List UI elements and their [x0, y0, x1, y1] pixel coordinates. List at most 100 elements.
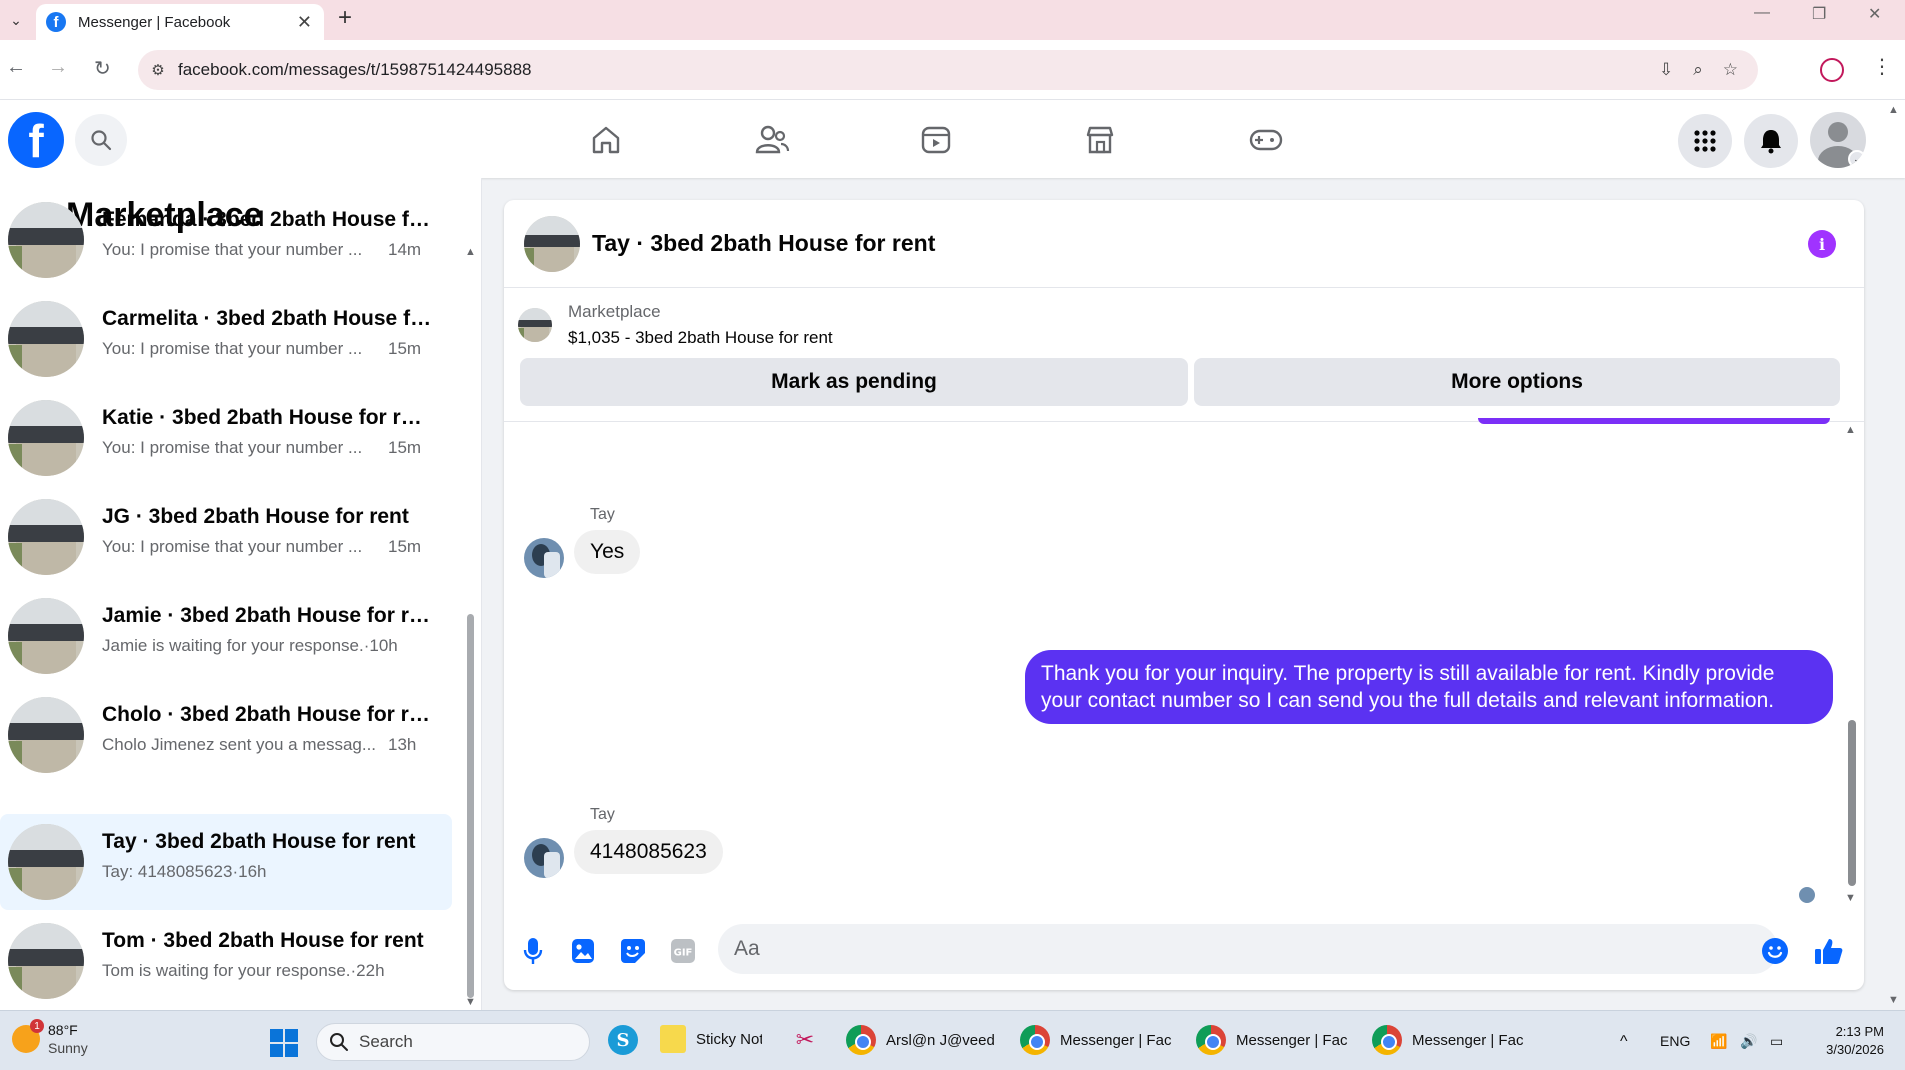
- chat-title[interactable]: Tay · 3bed 2bath House for rent: [592, 230, 935, 257]
- info-icon[interactable]: i: [1808, 230, 1836, 258]
- copilot-icon[interactable]: S: [608, 1025, 638, 1055]
- back-arrow-icon[interactable]: ←: [6, 56, 26, 79]
- mark-as-pending-button[interactable]: Mark as pending: [520, 358, 1188, 406]
- message-input[interactable]: [718, 924, 1778, 974]
- listing-thumbnail: [8, 697, 84, 773]
- svg-text:GIF: GIF: [674, 948, 693, 959]
- menu-grid-icon[interactable]: [1678, 114, 1732, 168]
- chrome-icon: [846, 1025, 876, 1055]
- conversation-item[interactable]: Cholo · 3bed 2bath House for rent Cholo …: [0, 687, 452, 783]
- outgoing-message[interactable]: Thank you for your inquiry. The property…: [1025, 650, 1833, 724]
- conversation-item-active[interactable]: Tay · 3bed 2bath House for rent Tay: 414…: [0, 814, 452, 910]
- tray-chevron-up-icon[interactable]: ^: [1620, 1033, 1628, 1051]
- photo-icon[interactable]: [568, 934, 598, 968]
- listing-thumbnail: [8, 301, 84, 377]
- taskbar-app-messenger-1[interactable]: Messenger | Face: [1020, 1025, 1172, 1055]
- taskbar-app-chrome-profile[interactable]: Arsl@n J@veed: [846, 1025, 1002, 1055]
- site-settings-icon[interactable]: ⚙: [138, 61, 178, 79]
- home-icon[interactable]: [584, 120, 628, 160]
- notifications-bell-icon[interactable]: [1744, 114, 1798, 168]
- taskbar-app-messenger-3[interactable]: Messenger | Face: [1372, 1025, 1524, 1055]
- windows-start-icon[interactable]: [270, 1029, 298, 1057]
- conversation-snippet: You: I promise that your number ...: [102, 438, 363, 457]
- chat-scrollbar[interactable]: [1848, 720, 1856, 886]
- conversation-time: 15m: [388, 339, 422, 358]
- browser-menu-icon[interactable]: ⋮: [1872, 54, 1892, 79]
- browser-tab[interactable]: f Messenger | Facebook ✕: [36, 4, 324, 40]
- weather-widget[interactable]: 1 88°F Sunny: [12, 1019, 88, 1057]
- taskbar-app-messenger-2[interactable]: Messenger | Face: [1196, 1025, 1348, 1055]
- omnibox[interactable]: ⚙ facebook.com/messages/t/15987514244958…: [138, 50, 1758, 90]
- minimize-icon[interactable]: —: [1754, 4, 1770, 22]
- conversation-item[interactable]: Tom · 3bed 2bath House for rent Tom is w…: [0, 913, 452, 1009]
- window-close-icon[interactable]: ✕: [1868, 4, 1881, 24]
- wifi-icon[interactable]: 📶: [1710, 1033, 1727, 1050]
- sticker-icon[interactable]: [618, 934, 648, 968]
- chat-scroll-down-icon[interactable]: ▼: [1845, 892, 1856, 904]
- sticky-notes-icon: [660, 1025, 686, 1053]
- weather-temperature: 88°F: [48, 1022, 78, 1038]
- message-composer: GIF: [504, 924, 1864, 990]
- thumbs-up-icon[interactable]: [1814, 934, 1844, 968]
- facebook-logo-icon[interactable]: f: [8, 112, 64, 168]
- search-icon: [330, 1033, 348, 1051]
- battery-icon[interactable]: ▭: [1770, 1033, 1783, 1050]
- microphone-icon[interactable]: [518, 934, 548, 968]
- snipping-tool-icon[interactable]: ✂: [790, 1025, 820, 1055]
- taskbar-search[interactable]: Search: [316, 1023, 590, 1061]
- bookmark-star-icon[interactable]: ☆: [1723, 60, 1738, 80]
- chat-listing-thumbnail[interactable]: [524, 216, 580, 272]
- zoom-icon[interactable]: ⌕: [1693, 60, 1703, 80]
- scroll-up-arrow-icon[interactable]: ▲: [465, 246, 476, 258]
- restore-icon[interactable]: ❐: [1812, 4, 1826, 24]
- new-tab-icon[interactable]: +: [338, 4, 352, 32]
- incoming-message[interactable]: 4148085623: [574, 830, 723, 874]
- page-scroll-up-icon[interactable]: ▲: [1888, 104, 1899, 116]
- listing-thumbnail: [8, 202, 84, 278]
- listing-price[interactable]: $1,035 - 3bed 2bath House for rent: [568, 328, 833, 348]
- conversation-item[interactable]: Carmelita · 3bed 2bath House fo... You: …: [0, 291, 452, 387]
- tay-avatar[interactable]: [524, 838, 564, 878]
- conversation-name: Jamie · 3bed 2bath House for rent: [102, 604, 432, 627]
- gif-icon[interactable]: GIF: [668, 934, 698, 968]
- url-text[interactable]: facebook.com/messages/t/1598751424495888: [178, 60, 1659, 80]
- language-indicator[interactable]: ENG: [1660, 1033, 1690, 1049]
- volume-icon[interactable]: 🔊: [1740, 1033, 1757, 1050]
- fb-search-icon[interactable]: [75, 114, 127, 166]
- sidebar-scrollbar[interactable]: [467, 614, 474, 998]
- tab-search-chevron-icon[interactable]: ⌄: [4, 8, 28, 32]
- chrome-icon: [1372, 1025, 1402, 1055]
- conversation-snippet: Cholo Jimenez sent you a messag...: [102, 735, 377, 754]
- taskbar-clock[interactable]: 2:13 PM 3/30/2026: [1804, 1023, 1884, 1059]
- conversation-name: Katie · 3bed 2bath House for rent: [102, 406, 432, 429]
- incoming-message[interactable]: Yes: [574, 530, 641, 574]
- gaming-icon[interactable]: [1244, 120, 1288, 160]
- install-app-icon[interactable]: ⇩: [1659, 60, 1673, 80]
- conversation-item[interactable]: Jamie · 3bed 2bath House for rent Jamie …: [0, 588, 452, 684]
- page-scroll-down-icon[interactable]: ▼: [1888, 994, 1899, 1006]
- conversation-item[interactable]: JG · 3bed 2bath House for rent You: I pr…: [0, 489, 452, 585]
- chat-scroll-up-icon[interactable]: ▲: [1845, 424, 1856, 436]
- facebook-header: f ⌄: [0, 100, 1905, 178]
- tay-avatar[interactable]: [524, 538, 564, 578]
- emoji-icon[interactable]: [1760, 934, 1790, 968]
- more-options-button[interactable]: More options: [1194, 358, 1840, 406]
- listing-mini-thumbnail[interactable]: [518, 308, 552, 342]
- sun-weather-icon: 1: [12, 1019, 44, 1053]
- conversation-item[interactable]: Fernanda · 3bed 2bath House fo... You: I…: [0, 192, 452, 288]
- browser-profile-icon[interactable]: [1820, 58, 1844, 82]
- marketplace-icon[interactable]: [1078, 120, 1122, 160]
- taskbar-app-sticky-notes[interactable]: Sticky Not: [660, 1025, 762, 1053]
- reload-icon[interactable]: ↻: [94, 56, 111, 81]
- scroll-down-arrow-icon[interactable]: ▼: [465, 996, 476, 1008]
- forward-arrow-icon[interactable]: →: [48, 56, 68, 79]
- conversation-name: JG · 3bed 2bath House for rent: [102, 505, 409, 528]
- friends-icon[interactable]: [750, 120, 794, 160]
- conversation-item[interactable]: Katie · 3bed 2bath House for rent You: I…: [0, 390, 452, 486]
- weather-badge: 1: [30, 1019, 44, 1033]
- account-avatar[interactable]: ⌄: [1810, 112, 1866, 168]
- windows-taskbar: 1 88°F Sunny Search S Sticky Not ✂ Arsl@…: [0, 1010, 1905, 1070]
- video-icon[interactable]: [914, 120, 958, 160]
- chrome-icon: [1196, 1025, 1226, 1055]
- tab-close-icon[interactable]: ✕: [297, 12, 312, 33]
